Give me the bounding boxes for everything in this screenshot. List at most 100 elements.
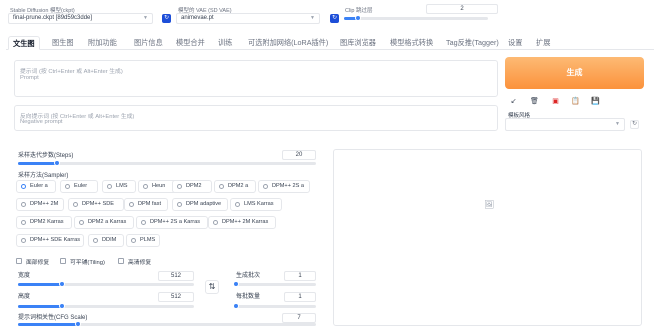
- sampler-option-label: Euler: [74, 183, 88, 189]
- style-refresh-icon[interactable]: ↻: [630, 120, 639, 129]
- tab-extras[interactable]: 附加功能: [84, 36, 121, 50]
- tab-train[interactable]: 训练: [214, 36, 236, 50]
- sampler-radio[interactable]: Euler: [60, 180, 98, 193]
- refresh-vae-icon[interactable]: ↻: [330, 14, 339, 23]
- radio-dot: [177, 184, 182, 189]
- width-slider-fill: [18, 283, 62, 286]
- tab-merge[interactable]: 模型合并: [172, 36, 209, 50]
- radio-dot: [107, 184, 112, 189]
- tiling-checkbox[interactable]: [60, 258, 66, 264]
- radio-dot: [65, 184, 70, 189]
- sampler-option-label: DPM2: [186, 183, 202, 189]
- steps-value-input[interactable]: 20: [282, 150, 316, 160]
- main-tabs: 文生图 图生图 附加功能 图片信息 模型合并 训练 可选附加网络(LoRA插件)…: [6, 36, 654, 50]
- vae-value: animevae.pt: [181, 15, 214, 21]
- sampler-radio[interactable]: PLMS: [126, 234, 160, 247]
- width-label: 宽度: [18, 273, 31, 279]
- clip-slider[interactable]: [344, 15, 488, 21]
- negative-placeholder-en: Negative prompt: [20, 119, 63, 125]
- style-select[interactable]: ▼: [505, 118, 625, 131]
- swap-icon[interactable]: ⇅: [205, 280, 219, 294]
- save-icon[interactable]: 💾: [590, 96, 601, 107]
- chevron-down-icon: ▼: [310, 15, 315, 21]
- face-restore-checkbox[interactable]: [16, 258, 22, 264]
- tab-extensions[interactable]: 扩展: [532, 36, 554, 50]
- sampler-radio[interactable]: Euler a: [16, 180, 56, 193]
- batch-size-label: 每批数量: [236, 294, 261, 300]
- image-placeholder-icon: 🖼: [484, 200, 495, 209]
- sampler-radio[interactable]: DPM2 a Karras: [74, 216, 134, 229]
- steps-label: 采样迭代步数(Steps): [18, 153, 74, 159]
- radio-dot: [141, 220, 146, 225]
- red-card-icon[interactable]: ▣: [550, 96, 561, 107]
- sampler-option-label: DPM2 a: [228, 183, 249, 189]
- hires-fix-checkbox[interactable]: [118, 258, 124, 264]
- batch-count-input[interactable]: 1: [284, 271, 316, 281]
- steps-slider-thumb[interactable]: [53, 160, 60, 166]
- sampler-radio[interactable]: LMS Karras: [230, 198, 282, 211]
- negative-prompt-input[interactable]: 反向提示词 (按 Ctrl+Enter 或 Alt+Enter 生成) Nega…: [14, 105, 498, 131]
- trash-icon[interactable]: 🗑: [529, 96, 540, 107]
- sampler-radio[interactable]: DPM adaptive: [172, 198, 228, 211]
- ckpt-select[interactable]: final-prune.ckpt [89d59c3dde] ▼: [8, 13, 153, 24]
- sampler-radio[interactable]: DPM fast: [124, 198, 168, 211]
- sampler-option-label: LMS: [116, 183, 128, 189]
- sampler-radio[interactable]: DDIM: [88, 234, 124, 247]
- sampler-radio[interactable]: DPM2 Karras: [16, 216, 72, 229]
- radio-dot: [143, 184, 148, 189]
- clipboard-icon[interactable]: 📋: [570, 96, 581, 107]
- tab-tagger[interactable]: Tag反推(Tagger): [442, 36, 503, 50]
- batch-count-slider[interactable]: [233, 281, 316, 287]
- sampler-option-label: Heun: [152, 183, 166, 189]
- tab-convert[interactable]: 模型格式转换: [386, 36, 437, 50]
- tab-txt2img[interactable]: 文生图: [8, 36, 40, 50]
- width-slider[interactable]: [18, 281, 194, 287]
- sampler-option-label: DPM2 Karras: [30, 219, 64, 225]
- radio-dot: [21, 184, 26, 189]
- sampler-radio[interactable]: DPM++ SDE Karras: [16, 234, 84, 247]
- height-slider[interactable]: [18, 303, 194, 309]
- width-value-input[interactable]: 512: [158, 271, 194, 281]
- refresh-ckpt-icon[interactable]: ↻: [162, 14, 171, 23]
- sampler-radio[interactable]: DPM++ SDE: [68, 198, 124, 211]
- sampler-radio[interactable]: DPM++ 2M: [16, 198, 64, 211]
- sampler-radio[interactable]: DPM2: [172, 180, 212, 193]
- sampler-option-label: DPM++ 2S a: [272, 183, 305, 189]
- sampler-radio[interactable]: DPM++ 2M Karras: [208, 216, 276, 229]
- cfg-value-input[interactable]: 7: [282, 313, 316, 323]
- batch-size-slider[interactable]: [233, 303, 316, 309]
- height-slider-thumb[interactable]: [59, 303, 65, 309]
- tab-settings[interactable]: 设置: [504, 36, 526, 50]
- sampler-option-label: DPM++ 2M Karras: [222, 219, 269, 225]
- height-slider-fill: [18, 305, 62, 308]
- radio-dot: [129, 202, 134, 207]
- sampler-option-label: DDIM: [102, 237, 117, 243]
- sampler-radio[interactable]: DPM++ 2S a: [258, 180, 310, 193]
- batch-size-input[interactable]: 1: [284, 292, 316, 302]
- width-slider-thumb[interactable]: [59, 281, 65, 287]
- height-value-input[interactable]: 512: [158, 292, 194, 302]
- batch-count-label: 生成批次: [236, 273, 261, 279]
- sampler-label: 采样方法(Sampler): [18, 173, 69, 179]
- cfg-slider-thumb[interactable]: [74, 321, 81, 326]
- prompt-input[interactable]: 提示词 (按 Ctrl+Enter 或 Alt+Enter 生成) Prompt: [14, 60, 498, 97]
- batch-count-slider-thumb[interactable]: [233, 281, 239, 287]
- tab-lora[interactable]: 可选附加网络(LoRA插件): [244, 36, 332, 50]
- tiling-label: 可平铺(Tiling): [70, 260, 105, 266]
- tab-png-info[interactable]: 图片信息: [130, 36, 167, 50]
- vae-select[interactable]: animevae.pt ▼: [176, 13, 320, 24]
- prompt-placeholder-cn: 提示词 (按 Ctrl+Enter 或 Alt+Enter 生成): [20, 69, 123, 75]
- radio-dot: [73, 202, 78, 207]
- steps-slider[interactable]: [18, 160, 316, 166]
- clip-value-input[interactable]: 2: [426, 4, 498, 14]
- arrow-icon[interactable]: ↙: [508, 96, 519, 107]
- tab-gallery[interactable]: 图库浏览器: [336, 36, 380, 50]
- sampler-radio[interactable]: DPM2 a: [214, 180, 256, 193]
- sampler-radio[interactable]: DPM++ 2S a Karras: [136, 216, 208, 229]
- batch-size-slider-thumb[interactable]: [233, 303, 239, 309]
- clip-slider-thumb[interactable]: [355, 15, 362, 21]
- generate-button[interactable]: 生成: [505, 57, 644, 89]
- tab-img2img[interactable]: 图生图: [48, 36, 78, 50]
- sampler-radio[interactable]: LMS: [102, 180, 136, 193]
- sampler-option-label: PLMS: [140, 237, 156, 243]
